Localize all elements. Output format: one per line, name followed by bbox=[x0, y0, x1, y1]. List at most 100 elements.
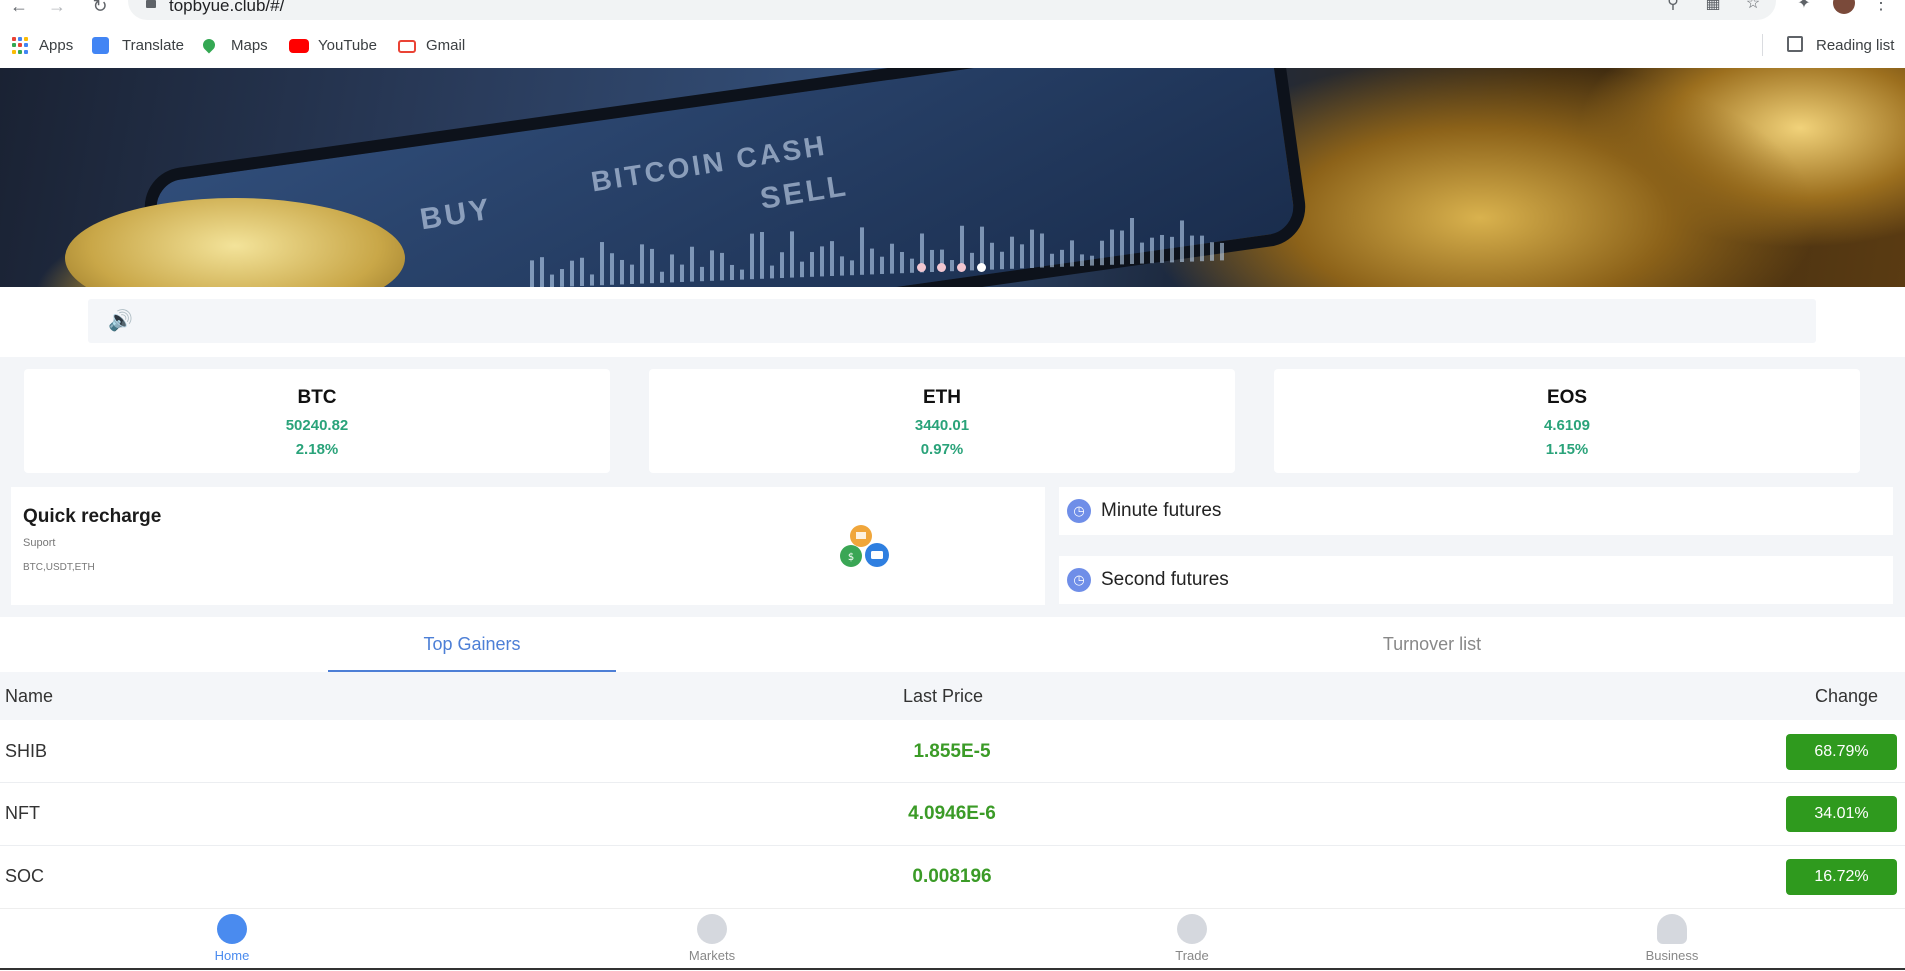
banner-bar bbox=[570, 260, 574, 287]
banner-bar bbox=[1100, 240, 1104, 266]
tab-top-gainers[interactable]: Top Gainers bbox=[328, 634, 616, 672]
banner-bar bbox=[1050, 253, 1054, 268]
banner-bar bbox=[620, 259, 624, 285]
banner-bar bbox=[1080, 254, 1084, 266]
banner-bar bbox=[890, 243, 894, 274]
banner-bar bbox=[720, 252, 724, 281]
gmail-icon bbox=[398, 40, 416, 53]
nav-label: Trade bbox=[1175, 948, 1209, 963]
row-price: 0.008196 bbox=[912, 866, 992, 887]
banner-bar bbox=[740, 269, 744, 280]
banner-bar bbox=[990, 242, 994, 270]
banner-bar bbox=[660, 271, 664, 283]
bookmarks-bar bbox=[0, 30, 1905, 69]
banner-bar bbox=[680, 264, 684, 282]
banner-bar bbox=[1160, 234, 1164, 263]
banner-bar bbox=[610, 253, 614, 285]
banner-bar bbox=[710, 250, 714, 281]
ticker-price: 50240.82 bbox=[285, 417, 349, 434]
carousel-dot[interactable] bbox=[917, 263, 926, 272]
nav-trade[interactable]: Trade bbox=[1142, 914, 1242, 963]
banner-bar bbox=[1210, 242, 1214, 261]
banner-bar bbox=[770, 265, 774, 279]
row-change-badge: 34.01% bbox=[1786, 796, 1897, 832]
banner-bar bbox=[560, 269, 564, 287]
bookmark-translate[interactable]: Translate bbox=[122, 36, 184, 56]
announcement-bar[interactable] bbox=[88, 299, 1816, 343]
banner-bar bbox=[540, 257, 544, 287]
banner-bar bbox=[780, 252, 784, 278]
ticker-change: 1.15% bbox=[1545, 441, 1589, 458]
row-price: 1.855E-5 bbox=[913, 741, 991, 762]
reload-icon[interactable]: ↻ bbox=[89, 0, 111, 16]
apps-icon[interactable] bbox=[12, 37, 29, 54]
banner-bar bbox=[580, 257, 584, 286]
reading-list-icon[interactable] bbox=[1787, 36, 1803, 52]
markets-icon bbox=[697, 914, 727, 944]
ticker-symbol: BTC bbox=[297, 387, 337, 408]
banner-bar bbox=[690, 246, 694, 282]
nav-business[interactable]: Business bbox=[1622, 914, 1722, 963]
bookmark-maps[interactable]: Maps bbox=[231, 36, 268, 56]
ticker-symbol: ETH bbox=[923, 387, 961, 408]
trade-icon bbox=[1177, 914, 1207, 944]
reading-list-button[interactable]: Reading list bbox=[1816, 36, 1894, 56]
banner-bar bbox=[820, 246, 824, 277]
banner-bar bbox=[550, 274, 554, 287]
banner-bar bbox=[810, 252, 814, 277]
bookmark-gmail[interactable]: Gmail bbox=[426, 36, 465, 56]
banner-bar bbox=[870, 248, 874, 275]
banner-bar bbox=[1010, 236, 1014, 269]
bookmark-star-icon[interactable]: ☆ bbox=[1744, 0, 1762, 12]
banner-bar bbox=[800, 261, 804, 278]
row-name: SHIB bbox=[5, 741, 48, 761]
url-text[interactable]: topbyue.club/#/ bbox=[169, 0, 284, 16]
banner-bar bbox=[1200, 235, 1204, 262]
recharge-icon: $ bbox=[840, 525, 889, 567]
ticker-card-eth[interactable]: ETH 3440.01 0.97% bbox=[649, 369, 1235, 473]
translate-icon[interactable]: ▦ bbox=[1704, 0, 1722, 12]
banner-bar bbox=[1070, 240, 1074, 267]
banner-bar bbox=[850, 260, 854, 276]
column-last-price: Last Price bbox=[903, 686, 984, 706]
banner-bar bbox=[670, 254, 674, 283]
banner-bar bbox=[1170, 236, 1174, 263]
banner-bar bbox=[790, 231, 794, 278]
promo-banner[interactable]: BITCOIN CASH BUY SELL bbox=[0, 68, 1905, 287]
column-name: Name bbox=[5, 686, 54, 706]
banner-bar bbox=[590, 274, 594, 286]
forward-icon[interactable]: → bbox=[46, 0, 68, 16]
svg-text:$: $ bbox=[848, 552, 854, 563]
back-icon[interactable]: ← bbox=[8, 0, 30, 16]
banner-bar bbox=[930, 249, 934, 272]
banner-bar bbox=[750, 233, 754, 280]
ticker-change: 0.97% bbox=[920, 441, 964, 458]
ticker-card-btc[interactable]: BTC 50240.82 2.18% bbox=[24, 369, 610, 473]
row-change-badge: 68.79% bbox=[1786, 734, 1897, 770]
banner-bar bbox=[730, 264, 734, 280]
banner-bar bbox=[840, 256, 844, 276]
banner-bar bbox=[880, 256, 884, 274]
banner-bar bbox=[700, 266, 704, 282]
extensions-icon[interactable]: ✦ bbox=[1795, 0, 1813, 12]
row-name: NFT bbox=[5, 803, 40, 823]
banner-bar bbox=[830, 241, 834, 276]
second-futures-label: Second futures bbox=[1101, 569, 1229, 590]
address-bar[interactable] bbox=[128, 0, 1776, 20]
browser-menu-icon[interactable]: ⋮ bbox=[1872, 0, 1890, 14]
key-icon[interactable]: ⚲ bbox=[1664, 0, 1682, 12]
row-price: 4.0946E-6 bbox=[908, 803, 996, 824]
banner-bar bbox=[1000, 251, 1004, 270]
banner-bar bbox=[970, 252, 974, 271]
banner-bar bbox=[1140, 242, 1144, 264]
carousel-dot-active[interactable] bbox=[977, 263, 986, 272]
bookmark-apps[interactable]: Apps bbox=[39, 36, 73, 56]
carousel-dot[interactable] bbox=[957, 263, 966, 272]
nav-home[interactable]: Home bbox=[182, 914, 282, 963]
ticker-card-eos[interactable]: EOS 4.6109 1.15% bbox=[1274, 369, 1860, 473]
nav-markets[interactable]: Markets bbox=[662, 914, 762, 963]
carousel-dot[interactable] bbox=[937, 263, 946, 272]
tab-turnover-list[interactable]: Turnover list bbox=[1288, 634, 1576, 672]
stopwatch-icon: ◷ bbox=[1067, 568, 1091, 592]
bookmark-youtube[interactable]: YouTube bbox=[318, 36, 377, 56]
